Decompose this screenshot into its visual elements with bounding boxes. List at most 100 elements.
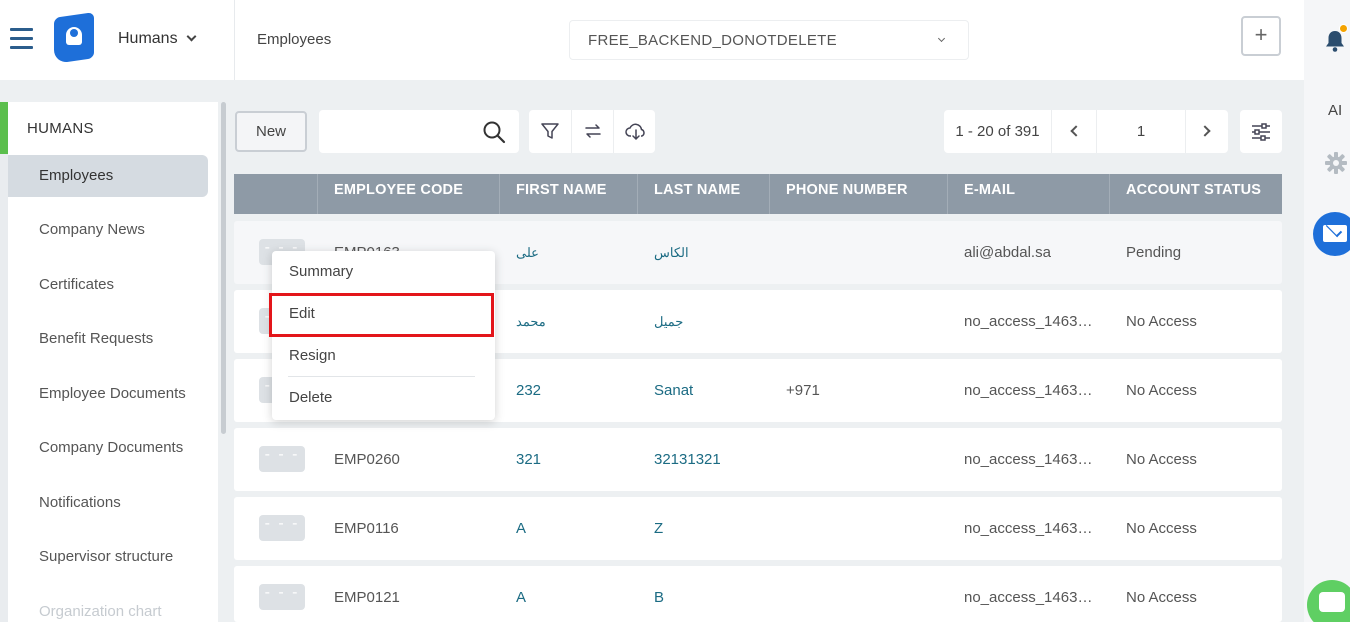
cloud-download-icon <box>625 123 645 141</box>
chevron-right-icon <box>1199 125 1211 137</box>
table-row[interactable]: - - - EMP0116 A Z no_access_146367... No… <box>234 497 1282 560</box>
first-name-cell[interactable]: محمد <box>516 290 646 353</box>
email-cell: no_access_146367... <box>964 589 1098 606</box>
phone-number-cell <box>786 290 946 353</box>
previous-page-button[interactable] <box>1053 110 1097 153</box>
table-tools <box>529 110 655 153</box>
chat-bubble-icon <box>1319 592 1345 612</box>
last-name-cell[interactable]: جمیل <box>654 290 774 353</box>
notification-bell-icon[interactable] <box>1325 24 1348 52</box>
sidebar-item-employee-documents[interactable]: Employee Documents <box>8 373 208 415</box>
sidebar-item-organization-chart[interactable]: Organization chart <box>8 591 208 622</box>
column-header-last-name[interactable]: LAST NAME <box>637 174 769 214</box>
email-cell: ali@abdal.sa <box>964 244 1051 261</box>
sidebar-accent-bar <box>0 102 8 154</box>
last-name-cell[interactable]: Z <box>654 497 774 560</box>
phone-number-cell: +971 <box>786 382 820 399</box>
swap-arrows-icon <box>585 124 601 138</box>
table-header: EMPLOYEE CODE FIRST NAME LAST NAME PHONE… <box>234 174 1282 214</box>
email-cell: no_access_146367... <box>964 451 1098 468</box>
account-status-cell: No Access <box>1126 313 1197 330</box>
sidebar-item-certificates[interactable]: Certificates <box>8 264 208 306</box>
sidebar-item-benefit-requests[interactable]: Benefit Requests <box>8 318 208 360</box>
row-actions-button[interactable]: - - - <box>259 584 305 610</box>
account-status-cell: No Access <box>1126 451 1197 468</box>
mail-button[interactable] <box>1313 212 1350 256</box>
first-name-cell[interactable]: 321 <box>516 428 646 491</box>
right-rail <box>1304 0 1350 622</box>
column-settings-button[interactable] <box>1240 110 1282 153</box>
top-bar: Humans Employees FREE_BACKEND_DONOTDELET… <box>0 0 1304 80</box>
row-context-menu: Summary Edit Resign Delete <box>272 251 495 420</box>
row-actions-button[interactable]: - - - <box>259 446 305 472</box>
chevron-down-icon <box>937 34 946 43</box>
search-icon[interactable] <box>482 120 506 144</box>
company-select[interactable]: FREE_BACKEND_DONOTDELETE <box>569 20 969 60</box>
menu-item-resign[interactable]: Resign <box>272 335 495 377</box>
first-name-cell[interactable]: A <box>516 566 646 622</box>
pagination-range: 1 - 20 of 391 <box>944 110 1052 153</box>
topbar-divider <box>234 0 235 80</box>
humans-app-logo <box>54 12 94 64</box>
sidebar-item-notifications[interactable]: Notifications <box>8 482 208 524</box>
sidebar: HUMANS Employees Company News Certificat… <box>0 102 218 622</box>
phone-number-cell <box>786 428 946 491</box>
app-name: Humans <box>118 30 178 47</box>
gear-icon[interactable] <box>1325 152 1347 174</box>
last-name-cell[interactable]: Sanat <box>654 359 774 422</box>
account-status-cell: Pending <box>1126 244 1182 261</box>
app-switcher[interactable]: Humans <box>118 30 197 48</box>
last-name-cell[interactable]: 32131321 <box>654 428 774 491</box>
download-button[interactable] <box>613 110 655 153</box>
row-actions-button[interactable]: - - - <box>259 515 305 541</box>
envelope-icon <box>1323 225 1347 242</box>
page-title: Employees <box>257 31 332 48</box>
filter-button[interactable] <box>529 110 571 153</box>
account-status-cell: No Access <box>1126 520 1197 537</box>
sidebar-item-employees[interactable]: Employees <box>8 155 208 197</box>
first-name-cell[interactable]: A <box>516 497 646 560</box>
menu-item-summary[interactable]: Summary <box>272 251 495 293</box>
column-header-first-name[interactable]: FIRST NAME <box>499 174 637 214</box>
chat-button[interactable] <box>1307 580 1350 622</box>
sidebar-scrollbar[interactable] <box>221 102 226 434</box>
column-header-email[interactable]: E-MAIL <box>947 174 1109 214</box>
menu-item-delete[interactable]: Delete <box>272 377 495 419</box>
employee-code-cell: EMP0121 <box>334 589 400 606</box>
column-header-employee-code[interactable]: EMPLOYEE CODE <box>317 174 499 214</box>
email-cell: no_access_146367... <box>964 313 1098 330</box>
company-select-value: FREE_BACKEND_DONOTDELETE <box>588 32 837 49</box>
table-row[interactable]: - - - EMP0260 321 32131321 no_access_146… <box>234 428 1282 491</box>
sidebar-item-supervisor-structure[interactable]: Supervisor structure <box>8 536 208 578</box>
pagination: 1 - 20 of 391 <box>944 110 1228 153</box>
next-page-button[interactable] <box>1185 110 1229 153</box>
sidebar-item-company-news[interactable]: Company News <box>8 209 208 251</box>
employee-code-cell: EMP0260 <box>334 451 400 468</box>
page-number-input[interactable] <box>1097 110 1185 153</box>
column-header-phone-number[interactable]: PHONE NUMBER <box>769 174 947 214</box>
sidebar-item-company-documents[interactable]: Company Documents <box>8 427 208 469</box>
sync-button[interactable] <box>571 110 613 153</box>
sliders-icon <box>1252 123 1270 141</box>
add-button[interactable]: + <box>1241 16 1281 56</box>
phone-number-cell <box>786 221 946 284</box>
column-header-account-status[interactable]: ACCOUNT STATUS <box>1109 174 1282 214</box>
account-status-cell: No Access <box>1126 589 1197 606</box>
filter-icon <box>541 123 559 139</box>
first-name-cell[interactable]: 232 <box>516 359 646 422</box>
last-name-cell[interactable]: الکاس <box>654 221 774 284</box>
email-cell: no_access_146367... <box>964 382 1098 399</box>
notification-dot <box>1339 24 1348 33</box>
employee-code-cell: EMP0116 <box>334 520 399 537</box>
phone-number-cell <box>786 497 946 560</box>
menu-item-edit[interactable]: Edit <box>272 293 495 335</box>
hamburger-menu-icon[interactable] <box>10 28 33 50</box>
ai-assistant-button[interactable]: AI <box>1328 102 1342 119</box>
last-name-cell[interactable]: B <box>654 566 774 622</box>
chevron-left-icon <box>1070 125 1082 137</box>
new-button[interactable]: New <box>235 111 307 152</box>
first-name-cell[interactable]: علی <box>516 221 646 284</box>
account-status-cell: No Access <box>1126 382 1197 399</box>
table-row[interactable]: - - - EMP0121 A B no_access_146367... No… <box>234 566 1282 622</box>
email-cell: no_access_146367... <box>964 520 1098 537</box>
